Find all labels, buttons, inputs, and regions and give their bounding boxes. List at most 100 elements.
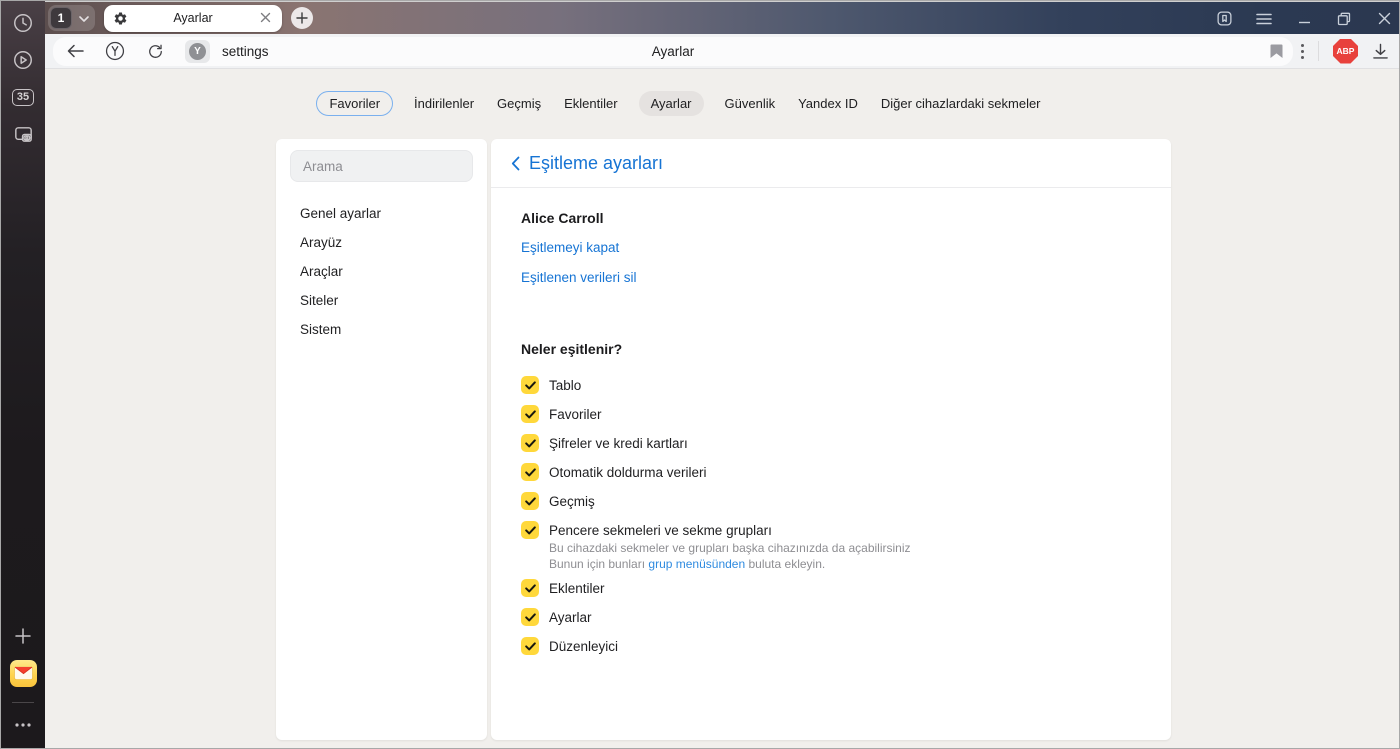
tab-guvenlik[interactable]: Güvenlik bbox=[723, 91, 778, 116]
section-title: Neler eşitlenir? bbox=[521, 341, 623, 357]
screen-capture-icon[interactable] bbox=[9, 120, 37, 148]
description-line1: Bu cihazdaki sekmeler ve grupları başka … bbox=[549, 541, 911, 555]
url-text[interactable]: settings bbox=[222, 44, 269, 59]
back-chevron-icon[interactable] bbox=[511, 156, 520, 171]
sync-item-eklentiler[interactable]: Eklentiler bbox=[521, 579, 1141, 597]
all-tabs-count-badge[interactable]: 35 bbox=[9, 83, 37, 111]
tab-indirilenler[interactable]: İndirilenler bbox=[412, 91, 476, 116]
group-menu-link[interactable]: grup menüsünden bbox=[648, 557, 745, 571]
sidebar-item-genel-ayarlar[interactable]: Genel ayarlar bbox=[290, 199, 473, 228]
sync-item-ayarlar[interactable]: Ayarlar bbox=[521, 608, 1141, 626]
tab-strip: 1 Ayarlar bbox=[45, 1, 1399, 34]
sidebar-item-siteler[interactable]: Siteler bbox=[290, 286, 473, 315]
toolbar-right-cluster: ABP bbox=[1301, 38, 1389, 64]
rail-more-icon[interactable] bbox=[9, 711, 37, 739]
back-icon[interactable] bbox=[65, 44, 85, 58]
tab-count-badge-label: 35 bbox=[12, 88, 34, 106]
tab-gecmis[interactable]: Geçmiş bbox=[495, 91, 543, 116]
checkbox-checked-icon[interactable] bbox=[521, 579, 539, 597]
tab-counter-value: 1 bbox=[50, 7, 72, 29]
tab-title: Ayarlar bbox=[173, 11, 213, 25]
kebab-menu-icon[interactable] bbox=[1301, 43, 1304, 59]
checkbox-label: Geçmiş bbox=[549, 493, 595, 509]
tab-diger-cihazlar[interactable]: Diğer cihazlardaki sekmeler bbox=[879, 91, 1043, 116]
close-icon[interactable] bbox=[1375, 10, 1393, 28]
checkbox-checked-icon[interactable] bbox=[521, 492, 539, 510]
yandex-favicon-glyph: Y bbox=[189, 42, 206, 60]
sidebar-item-sistem[interactable]: Sistem bbox=[290, 315, 473, 344]
rail-divider bbox=[12, 702, 34, 703]
sync-item-tablo[interactable]: Tablo bbox=[521, 376, 1141, 394]
bookmark-icon[interactable] bbox=[1270, 43, 1283, 59]
settings-nav-list: Genel ayarlar Arayüz Araçlar Siteler Sis… bbox=[290, 199, 473, 344]
tab-yandex-id[interactable]: Yandex ID bbox=[796, 91, 860, 116]
checkbox-checked-icon[interactable] bbox=[521, 376, 539, 394]
address-bar[interactable]: Y settings Ayarlar bbox=[53, 36, 1293, 66]
tab-ayarlar[interactable]: Ayarlar bbox=[638, 91, 704, 116]
sync-item-description: Bu cihazdaki sekmeler ve grupları başka … bbox=[549, 541, 1141, 572]
checkbox-checked-icon[interactable] bbox=[521, 463, 539, 481]
search-input[interactable] bbox=[290, 150, 473, 182]
checkbox-label: Eklentiler bbox=[549, 580, 605, 596]
account-name: Alice Carroll bbox=[521, 210, 604, 226]
restore-icon[interactable] bbox=[1335, 10, 1353, 28]
site-favicon: Y bbox=[185, 39, 210, 63]
yandex-mail-icon[interactable] bbox=[9, 659, 37, 687]
tab-counter-button[interactable]: 1 bbox=[48, 5, 95, 31]
sync-item-gecmis[interactable]: Geçmiş bbox=[521, 492, 1141, 510]
window-controls bbox=[1215, 2, 1393, 35]
settings-top-nav: Favoriler İndirilenler Geçmiş Eklentiler… bbox=[232, 91, 1127, 116]
browser-tab-ayarlar[interactable]: Ayarlar bbox=[104, 4, 282, 32]
checkbox-label: Tablo bbox=[549, 377, 582, 393]
toolbar: Y settings Ayarlar ABP bbox=[45, 34, 1399, 69]
settings-nav-card: Genel ayarlar Arayüz Araçlar Siteler Sis… bbox=[276, 139, 487, 740]
page-title[interactable]: Eşitleme ayarları bbox=[529, 153, 663, 174]
checkbox-label: Otomatik doldurma verileri bbox=[549, 464, 707, 480]
checkbox-label: Pencere sekmeleri ve sekme grupları bbox=[549, 522, 772, 538]
checkbox-checked-icon[interactable] bbox=[521, 637, 539, 655]
description-line2-prefix: Bunun için bunları bbox=[549, 556, 649, 571]
chevron-down-icon bbox=[79, 9, 89, 27]
checkbox-checked-icon[interactable] bbox=[521, 608, 539, 626]
checkbox-label: Şifreler ve kredi kartları bbox=[549, 435, 688, 451]
sync-header: Eşitleme ayarları bbox=[491, 139, 1171, 188]
checkbox-label: Favoriler bbox=[549, 406, 602, 422]
toolbar-divider bbox=[1318, 41, 1319, 61]
minimize-icon[interactable] bbox=[1295, 10, 1313, 28]
yandex-services-icon[interactable] bbox=[105, 41, 125, 61]
sync-item-sifreler[interactable]: Şifreler ve kredi kartları bbox=[521, 434, 1141, 452]
settings-page: Favoriler İndirilenler Geçmiş Eklentiler… bbox=[45, 69, 1399, 748]
history-icon[interactable] bbox=[9, 9, 37, 37]
side-rail: 35 bbox=[1, 1, 45, 748]
sidebar-item-arayuz[interactable]: Arayüz bbox=[290, 228, 473, 257]
description-line2-suffix: buluta ekleyin. bbox=[745, 556, 826, 571]
downloads-icon[interactable] bbox=[1372, 43, 1389, 60]
sync-item-favoriler[interactable]: Favoriler bbox=[521, 405, 1141, 423]
sync-item-duzenleyici[interactable]: Düzenleyici bbox=[521, 637, 1141, 655]
tab-close-icon[interactable] bbox=[258, 9, 273, 27]
refresh-icon[interactable] bbox=[145, 43, 165, 60]
delete-synced-data-link[interactable]: Eşitlenen verileri sil bbox=[521, 270, 637, 286]
new-tab-button[interactable] bbox=[291, 7, 313, 29]
sync-item-otomatik-doldurma[interactable]: Otomatik doldurma verileri bbox=[521, 463, 1141, 481]
checkbox-label: Düzenleyici bbox=[549, 638, 619, 654]
checkbox-label: Ayarlar bbox=[549, 609, 592, 625]
play-panel-icon[interactable] bbox=[9, 46, 37, 74]
tab-eklentiler[interactable]: Eklentiler bbox=[562, 91, 619, 116]
sync-settings-card: Eşitleme ayarları Alice Carroll Eşitleme… bbox=[491, 139, 1171, 740]
side-panel-toggle-icon[interactable] bbox=[1215, 10, 1233, 28]
checkbox-checked-icon[interactable] bbox=[521, 405, 539, 423]
sidebar-item-araclar[interactable]: Araçlar bbox=[290, 257, 473, 286]
disable-sync-link[interactable]: Eşitlemeyi kapat bbox=[521, 240, 619, 256]
add-panel-icon[interactable] bbox=[9, 622, 37, 650]
checkbox-checked-icon[interactable] bbox=[521, 521, 539, 539]
tab-favoriler[interactable]: Favoriler bbox=[316, 91, 394, 116]
menu-icon[interactable] bbox=[1255, 10, 1273, 28]
mail-app-tile bbox=[9, 659, 37, 687]
browser-window: 35 1 Ayarlar Y settings Ayarlar ABP Favo… bbox=[0, 0, 1400, 749]
sync-body: Alice Carroll Eşitlemeyi kapat Eşitlenen… bbox=[491, 188, 1171, 666]
adblock-plus-badge[interactable]: ABP bbox=[1333, 38, 1358, 64]
sync-item-pencere-sekmeleri[interactable]: Pencere sekmeleri ve sekme grupları bbox=[521, 521, 1141, 539]
checkbox-checked-icon[interactable] bbox=[521, 434, 539, 452]
gear-icon bbox=[113, 11, 128, 26]
